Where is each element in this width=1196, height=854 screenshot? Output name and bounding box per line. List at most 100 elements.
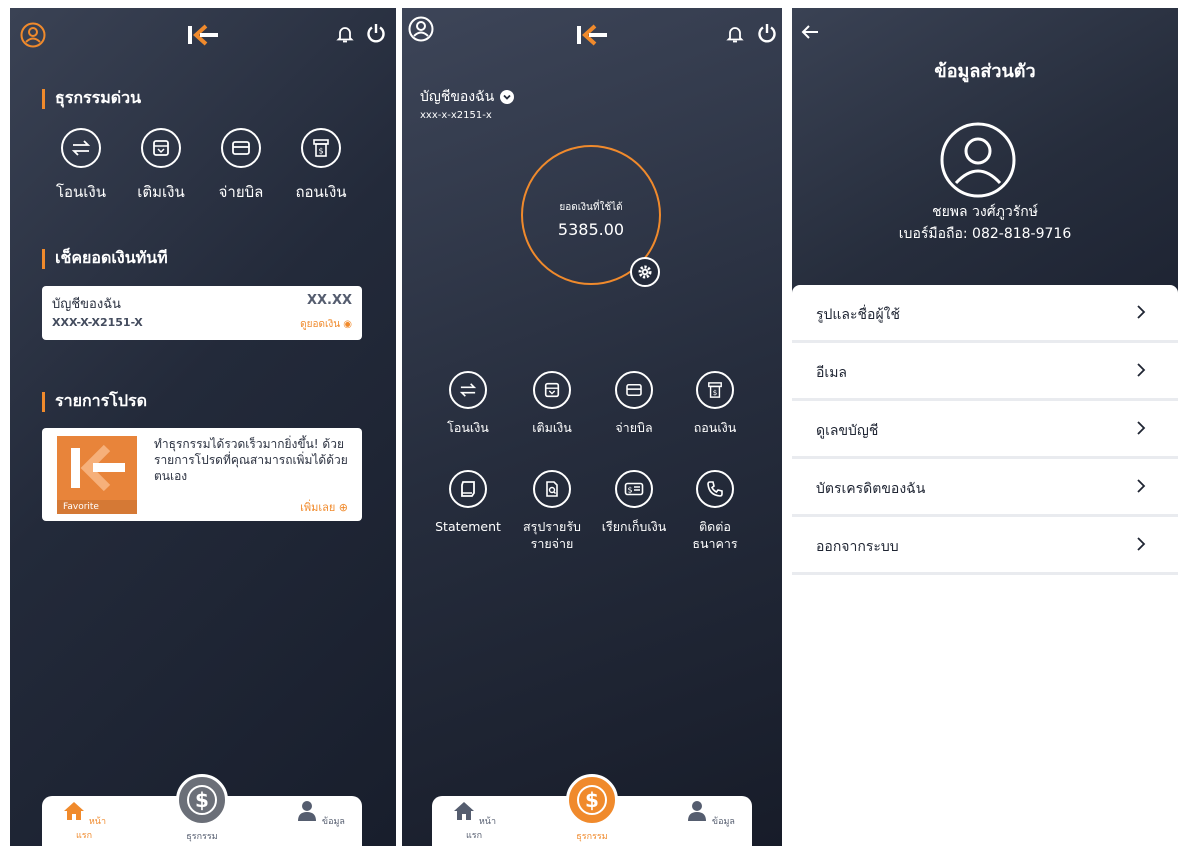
quick-section-title: ธุรกรรมด่วน bbox=[42, 86, 141, 111]
withdraw-icon: $ bbox=[708, 382, 722, 398]
grid-withdraw-button[interactable]: $ ถอนเงิน bbox=[675, 371, 755, 436]
card-icon bbox=[626, 383, 642, 397]
nav-label: ธุรกรรม bbox=[576, 832, 608, 842]
balance-ring: ยอดเงินที่ใช้ได้ 5385.00 bbox=[521, 145, 661, 287]
menu-item-credit-card[interactable]: บัตรเครดิตของฉัน bbox=[792, 459, 1178, 517]
transfer-icon bbox=[71, 140, 91, 156]
topup-icon bbox=[153, 140, 169, 156]
grid-item-label: เติมเงิน bbox=[532, 420, 572, 435]
grid-bill-request-button[interactable]: $ เรียกเก็บเงิน bbox=[594, 470, 674, 535]
balance-card[interactable]: บัญชีของฉัน XXX-X-X2151-X XX.XX ดูยอดเงิ… bbox=[42, 286, 362, 340]
menu-item-logout[interactable]: ออกจากระบบ bbox=[792, 517, 1178, 575]
favorite-logo-text: Favorite bbox=[57, 500, 137, 514]
nav-label: ข้อมูล bbox=[321, 817, 345, 827]
grid-item-label: ติดต่อ ธนาคาร bbox=[692, 519, 738, 551]
grid-contact-button[interactable]: ติดต่อ ธนาคาร bbox=[675, 470, 755, 552]
chevron-right-icon bbox=[1137, 537, 1146, 551]
quick-item-label: โอนเงิน bbox=[55, 183, 107, 201]
profile-icon[interactable] bbox=[408, 16, 434, 42]
grid-item-label: โอนเงิน bbox=[447, 420, 489, 435]
quick-item-label: ถอนเงิน bbox=[295, 183, 347, 201]
dollar-icon: $ bbox=[577, 785, 607, 815]
bell-icon[interactable] bbox=[336, 24, 354, 44]
quick-paybill-button[interactable]: จ่ายบิล bbox=[206, 128, 276, 204]
power-icon[interactable] bbox=[365, 22, 387, 44]
menu-item-account-number[interactable]: ดูเลขบัญชี bbox=[792, 401, 1178, 459]
add-favorite-link[interactable]: เพิ่มเลย ⊕ bbox=[300, 498, 348, 516]
grid-item-label: จ่ายบิล bbox=[615, 420, 653, 435]
gear-icon bbox=[638, 265, 652, 279]
menu-item-profile[interactable]: รูปและชื่อผู้ใช้ bbox=[792, 285, 1178, 343]
profile-header: ข้อมูลส่วนตัว ชยพล วงศ์ภูวรักษ์ เบอร์มือ… bbox=[792, 8, 1178, 293]
settings-button[interactable] bbox=[630, 257, 660, 287]
nav-home[interactable]: หน้าแรก bbox=[54, 800, 114, 842]
menu-item-label: รูปและชื่อผู้ใช้ bbox=[816, 307, 900, 323]
grid-item-label: Statement bbox=[435, 519, 501, 534]
app-logo-icon bbox=[188, 24, 218, 46]
favorite-card[interactable]: Favorite ทำธุรกรรมได้รวดเร็วมากยิ่งขึ้น!… bbox=[42, 428, 362, 521]
account-title: บัญชีของฉัน bbox=[420, 89, 495, 105]
home-icon bbox=[453, 802, 474, 820]
chevron-right-icon bbox=[1137, 421, 1146, 435]
person-icon bbox=[688, 801, 707, 821]
bell-icon[interactable] bbox=[726, 24, 744, 44]
chevron-right-icon bbox=[1137, 479, 1146, 493]
section-title-label: เช็คยอดเงินทันที bbox=[55, 248, 168, 267]
home-icon bbox=[63, 802, 84, 820]
back-arrow-icon[interactable] bbox=[800, 22, 820, 42]
menu-item-label: อีเมล bbox=[816, 365, 848, 381]
profile-menu: รูปและชื่อผู้ใช้ อีเมล ดูเลขบัญชี บัตรเค… bbox=[792, 285, 1178, 575]
menu-item-email[interactable]: อีเมล bbox=[792, 343, 1178, 401]
dollar-icon: $ bbox=[187, 785, 217, 815]
app-logo-icon bbox=[577, 24, 607, 46]
account-amount: XX.XX bbox=[306, 293, 352, 308]
chevron-right-icon bbox=[1137, 305, 1146, 319]
bottom-nav: หน้าแรก $ ธุรกรรม ข้อมูล bbox=[432, 774, 752, 846]
balance-label: ยอดเงินที่ใช้ได้ bbox=[559, 202, 623, 213]
nav-label: ข้อมูล bbox=[711, 817, 735, 827]
card-icon bbox=[232, 141, 250, 155]
summary-icon bbox=[546, 481, 558, 497]
grid-item-label: สรุปรายรับ รายจ่าย bbox=[523, 519, 581, 551]
quick-withdraw-button[interactable]: $ ถอนเงิน bbox=[286, 128, 356, 204]
balance-section-title: เช็คยอดเงินทันที bbox=[42, 246, 168, 271]
grid-item-label: เรียกเก็บเงิน bbox=[601, 519, 667, 534]
svg-text:$: $ bbox=[713, 388, 718, 397]
favorite-description: ทำธุรกรรมได้รวดเร็วมากยิ่งขึ้น! ด้วยรายก… bbox=[154, 437, 348, 483]
grid-summary-button[interactable]: สรุปรายรับ รายจ่าย bbox=[512, 470, 592, 552]
nav-info[interactable]: ข้อมูล bbox=[680, 800, 740, 828]
grid-statement-button[interactable]: Statement bbox=[428, 470, 508, 535]
statement-icon bbox=[461, 481, 475, 497]
nav-label: ธุรกรรม bbox=[186, 832, 218, 842]
chevron-down-icon bbox=[503, 94, 511, 100]
favorite-logo: Favorite bbox=[57, 436, 137, 514]
topup-icon bbox=[544, 382, 560, 398]
quick-transfer-button[interactable]: โอนเงิน bbox=[46, 128, 116, 204]
account-selector[interactable]: บัญชีของฉัน bbox=[420, 86, 515, 108]
transfer-icon bbox=[459, 383, 477, 397]
grid-paybill-button[interactable]: จ่ายบิล bbox=[594, 371, 674, 436]
power-icon[interactable] bbox=[756, 22, 778, 44]
menu-item-label: ดูเลขบัญชี bbox=[816, 423, 879, 439]
profile-screen: ข้อมูลส่วนตัว ชยพล วงศ์ภูวรักษ์ เบอร์มือ… bbox=[792, 8, 1178, 846]
page-title: ข้อมูลส่วนตัว bbox=[934, 61, 1036, 82]
home-screen: ธุรกรรมด่วน โอนเงิน เติมเงิน จ่ายบิล $ ถ… bbox=[10, 8, 396, 846]
nav-transactions-button[interactable]: $ bbox=[566, 774, 618, 826]
favorite-logo-icon bbox=[71, 444, 125, 492]
svg-text:$: $ bbox=[627, 486, 632, 495]
user-phone: เบอร์มือถือ: 082-818-9716 bbox=[898, 226, 1072, 242]
grid-topup-button[interactable]: เติมเงิน bbox=[512, 371, 592, 436]
show-balance-link[interactable]: ดูยอดเงิน ◉ bbox=[300, 317, 352, 332]
grid-transfer-button[interactable]: โอนเงิน bbox=[428, 371, 508, 436]
nav-transactions-button[interactable]: $ bbox=[176, 774, 228, 826]
menu-item-label: บัตรเครดิตของฉัน bbox=[816, 481, 926, 497]
nav-home[interactable]: หน้าแรก bbox=[444, 800, 504, 842]
section-title-label: ธุรกรรมด่วน bbox=[55, 88, 142, 107]
favorite-section-title: รายการโปรด bbox=[42, 389, 147, 414]
bottom-nav: หน้าแรก $ ธุรกรรม ข้อมูล bbox=[42, 774, 362, 846]
quick-topup-button[interactable]: เติมเงิน bbox=[126, 128, 196, 204]
nav-info[interactable]: ข้อมูล bbox=[290, 800, 350, 828]
balance-value: 5385.00 bbox=[557, 220, 625, 239]
svg-text:$: $ bbox=[195, 788, 209, 812]
profile-icon[interactable] bbox=[20, 22, 46, 48]
